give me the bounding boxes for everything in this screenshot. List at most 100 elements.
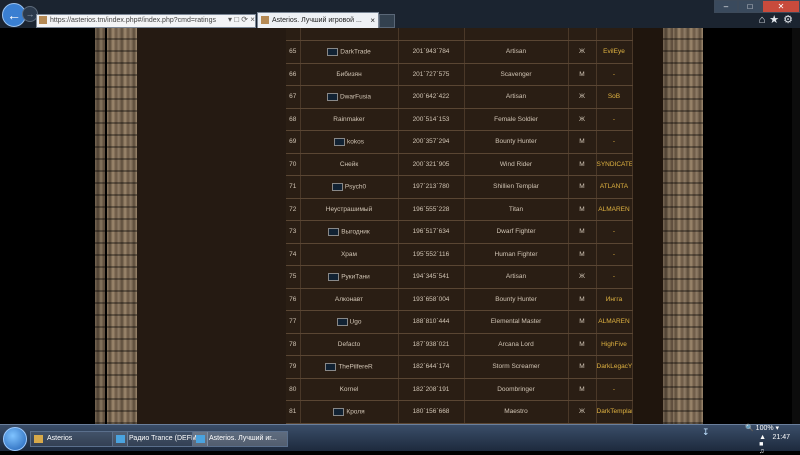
rank-text: 76 [289,295,297,303]
name-text: Кроля [346,408,365,416]
name-cell[interactable]: kokos [300,130,399,154]
rank-text: 75 [289,273,297,281]
name-cell[interactable]: Defacto [300,333,399,356]
address-bar-icons[interactable]: ▾ □ ⟳ × [228,14,255,26]
gender-text: М [579,160,585,168]
exp-cell: 196`555`228 [398,198,465,221]
gender-text: М [579,250,585,258]
name-cell[interactable]: Psych0 [300,175,399,199]
name-text: DwarFusia [339,93,372,101]
clan-text: SYNDICATE [596,160,632,168]
exp-text: 197`213`780 [412,183,450,191]
class-cell: Artisan [464,85,569,109]
clan-cell: - [596,243,633,266]
rank-cell: 80 [286,378,301,401]
rank-text: 78 [289,340,297,348]
clan-crest-icon [326,92,338,101]
class-cell: Shillien Templar [464,175,569,199]
table-row: 68 Rainmaker 200`514`153 Female Soldier Ж - [286,108,633,131]
download-icon[interactable]: ↧ [702,427,710,438]
exp-cell [398,28,465,41]
name-cell[interactable]: Кроля [300,400,399,424]
window-controls: – □ ✕ [714,0,800,13]
gender-text: Ж [578,115,585,123]
address-text: https://asterios.tm/index.php#/index.php… [50,17,216,24]
table-row: 76 Алконавт 193`658`004 Bounty Hunter М Ингга [286,288,633,311]
rank-text: 74 [289,250,297,258]
rank-text: 70 [289,160,297,168]
name-cell[interactable]: Алконавт [300,288,399,311]
clan-cell: ALMAREN [596,310,633,334]
exp-text: 200`357`294 [412,138,450,146]
rank-cell: 71 [286,175,301,199]
name-cell[interactable]: Неустрашимый [300,198,399,221]
page-scrollbar[interactable] [792,28,800,424]
tab-favicon-icon [261,16,269,25]
clan-text: DarkLegacY [596,363,632,371]
address-bar[interactable]: https://asterios.tm/index.php#/index.php… [36,14,256,28]
table-row: 74 Храм 195`552`116 Human Fighter М - [286,243,633,266]
table-row: 75 РукиТани 194`345`541 Artisan Ж - [286,265,633,289]
name-cell[interactable]: Rainmaker [300,108,399,131]
zoom-level[interactable]: 🔍 100% ▾ [745,424,779,432]
class-cell: Doombringer [464,378,569,401]
rank-cell: 79 [286,355,301,379]
start-button[interactable] [3,427,27,451]
rank-cell: 67 [286,85,301,109]
home-icon[interactable]: ⌂ [759,14,770,26]
class-text: Dwarf Fighter [496,228,536,236]
gender-cell: Ж [568,400,597,424]
clan-text: - [612,250,616,258]
rank-text: 67 [289,93,297,101]
gender-cell: М [568,130,597,154]
name-cell[interactable]: ThePilfereR [300,355,399,379]
name-cell[interactable]: Снейк [300,153,399,176]
name-cell[interactable]: DarkTrade [300,40,399,64]
gear-icon[interactable]: ⚙ [783,14,797,26]
rank-text: 73 [289,228,297,236]
rank-text: 69 [289,138,297,146]
name-text: kokos [347,138,364,146]
gender-text: М [579,205,585,213]
clan-cell: DarkTemplars [596,400,633,424]
gender-text: М [579,318,585,326]
taskbar-item-asterios-browser[interactable]: Asterios. Лучший иг... [192,431,288,447]
table-row: 70 Снейк 200`321`905 Wind Rider М SYNDICATE [286,153,633,176]
browser-tab[interactable]: Asterios. Лучший игровой ... × [257,12,379,29]
taskbar-item-label: Asterios [47,435,73,442]
minimize-button[interactable]: – [714,0,738,13]
rating-table: 65 DarkTrade 201`943`784 Artisan Ж EvilEye 66 Б… [286,28,633,424]
close-button[interactable]: ✕ [762,0,800,13]
gender-text: М [579,340,585,348]
exp-cell: 182`644`174 [398,355,465,379]
class-text: Artisan [505,93,527,101]
tab-close-icon[interactable]: × [370,13,375,28]
exp-text: 182`208`191 [412,385,450,393]
class-text: Bounty Hunter [495,138,537,146]
table-row: 66 Бибизян 201`727`575 Scavenger М - [286,63,633,86]
name-cell[interactable]: Бибизян [300,63,399,86]
clan-crest-icon [333,407,345,416]
clock[interactable]: 21:47 [772,434,790,441]
maximize-button[interactable]: □ [738,0,762,13]
rank-text: 79 [289,363,297,371]
page-content: 65 DarkTrade 201`943`784 Artisan Ж EvilEye 66 Б… [0,28,800,424]
star-icon[interactable]: ★ [769,14,783,26]
exp-text: 180`156`668 [412,408,450,416]
gender-cell: М [568,310,597,334]
site-favicon-icon [39,16,47,25]
name-text: Храм [340,250,358,258]
name-cell[interactable]: РукиТани [300,265,399,289]
exp-text: 194`345`541 [412,273,450,281]
name-cell[interactable]: Выгодник [300,220,399,244]
stone-border-right-inner [663,28,673,424]
name-cell[interactable]: Kornel [300,378,399,401]
new-tab-button[interactable] [379,14,395,28]
name-cell[interactable]: Храм [300,243,399,266]
tray-icons[interactable]: ▲ ■ ♫ [759,434,768,455]
name-cell[interactable]: DwarFusia [300,85,399,109]
class-cell: Bounty Hunter [464,130,569,154]
name-cell[interactable]: Ugo [300,310,399,334]
name-cell[interactable] [300,28,399,41]
clan-text: - [612,115,616,123]
